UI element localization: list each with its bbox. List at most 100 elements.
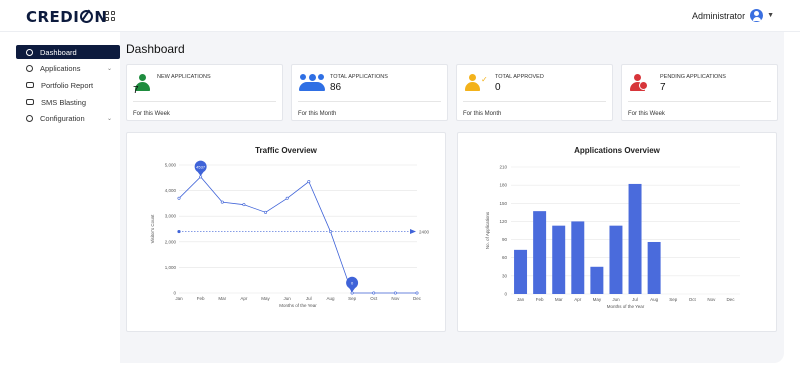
sidebar-item-sms-blasting[interactable]: SMS Blasting [16,95,120,109]
sidebar-item-label: Applications [40,63,81,73]
check-circle-icon [26,64,33,72]
y-tick-label: 0 [504,292,507,297]
x-tick-label: Jul [306,296,312,301]
traffic-overview-panel: Traffic Overview 0 1,000 2,000 3,000 4,000 5,… [126,132,446,332]
people-icon [26,82,34,88]
data-point [199,175,203,179]
x-tick-label: Sep [348,296,357,301]
x-tick-label: Dec [726,297,735,302]
stat-footer: For this Week [133,111,170,117]
sidebar-item-label: Portfolio Report [41,80,94,90]
bar [609,225,623,294]
caret-down-icon: ▼ [767,12,774,19]
stat-card-total-approved: ✓ TOTAL APPROVED 0 For this Month [456,64,613,121]
bar [628,183,642,294]
y-tick-label: 90 [502,237,508,242]
y-tick-label: 120 [499,219,507,224]
y-tick-label: 180 [499,183,507,188]
chevron-down-icon: ⌄ [106,65,112,72]
stat-card-new-applications: NEW APPLICATIONS 7 For this Week [126,64,283,121]
x-tick-label: Aug [326,296,335,301]
y-tick-label: 30 [502,273,508,278]
y-tick-label: 150 [499,201,507,206]
data-point [350,291,354,295]
stat-label: TOTAL APPLICATIONS [330,74,388,80]
x-tick-label: Apr [240,296,248,301]
y-axis-label: Visitor's Count [150,214,155,244]
y-tick-label: 210 [499,165,507,170]
y-axis-label: No. of Applications [485,211,490,249]
user-circle-icon [26,48,33,56]
sidebar-item-label: Configuration [40,113,85,123]
x-tick-label: Aug [650,297,659,302]
stat-footer: For this Week [628,111,665,117]
stat-value: 7 [660,82,666,93]
x-tick-label: Feb [536,297,544,302]
top-bar: CREDI N Administrator ▼ [0,0,800,32]
x-tick-label: Jun [284,296,292,301]
applications-bar-chart: 0 30 60 90 120 150 180 210 Jan Feb Mar Apr May Jun Jul… [485,165,740,309]
data-point [328,230,332,234]
stat-label: TOTAL APPROVED [495,74,544,80]
user-check-icon [464,74,481,92]
data-point [285,196,289,200]
credion-logo[interactable]: CREDI N [26,8,107,26]
bar [552,225,566,294]
chevron-down-icon: ⌄ [106,115,112,122]
user-name: Administrator [692,10,746,21]
sidebar-item-portfolio-report[interactable]: Portfolio Report [16,78,120,92]
sidebar: Dashboard Applications ⌄ Portfolio Repor… [0,32,120,369]
average-arrow [410,229,416,235]
bar [533,211,547,294]
x-axis-label: Months of the Year [607,304,645,309]
apps-grid-icon[interactable] [105,11,115,21]
x-tick-label: Jun [612,297,620,302]
traffic-line-chart: 0 1,000 2,000 3,000 4,000 5,000 Jan Feb Mar Apr Ma… [150,160,430,308]
bar [571,221,585,294]
sidebar-item-label: SMS Blasting [41,97,87,107]
page-title: Dashboard [126,42,185,56]
x-tick-label: May [261,296,270,301]
clock-icon [639,81,648,90]
sidebar-item-applications[interactable]: Applications ⌄ [16,61,120,75]
sidebar-item-label: Dashboard [40,47,77,57]
users-group-icon [299,74,325,92]
average-label: 2400 [419,229,430,234]
max-pin-label: 4537 [196,164,206,169]
data-point [307,180,311,184]
applications-overview-panel: Applications Overview 0 30 60 90 120 150 180 21… [457,132,777,332]
sidebar-item-configuration[interactable]: Configuration ⌄ [16,111,120,125]
main-content: Dashboard NEW APPLICATIONS 7 For this We… [120,32,784,363]
x-tick-label: Feb [197,296,205,301]
average-marker [177,229,181,234]
data-point [264,210,268,214]
data-point [372,291,376,295]
data-point [220,200,224,204]
check-circle-icon [26,114,33,122]
people-icon [26,99,34,105]
x-tick-label: May [593,297,602,302]
data-point [393,291,397,295]
stat-footer: For this Month [298,111,337,117]
stat-card-total-applications: TOTAL APPLICATIONS 86 For this Month [291,64,448,121]
stat-footer: For this Month [463,111,502,117]
x-tick-label: Sep [669,297,678,302]
x-tick-label: Nov [707,297,716,302]
sidebar-item-dashboard[interactable]: Dashboard [16,45,120,59]
user-menu[interactable]: Administrator ▼ [692,9,774,22]
stat-label: PENDING APPLICATIONS [660,74,726,80]
bar [514,249,528,294]
y-tick-label: 60 [502,255,508,260]
bar [647,241,661,294]
x-tick-label: Jan [175,296,183,301]
stat-card-pending-applications: PENDING APPLICATIONS 7 For this Week [621,64,778,121]
x-tick-label: Jan [517,297,525,302]
x-tick-label: Nov [391,296,400,301]
y-tick-label: 1,000 [165,265,177,270]
x-axis-label: Months of the Year [279,303,317,308]
y-tick-label: 0 [173,291,176,296]
data-point [177,196,181,200]
check-icon: ✓ [481,75,488,84]
stat-value: 0 [495,82,501,93]
series-line [178,176,417,294]
